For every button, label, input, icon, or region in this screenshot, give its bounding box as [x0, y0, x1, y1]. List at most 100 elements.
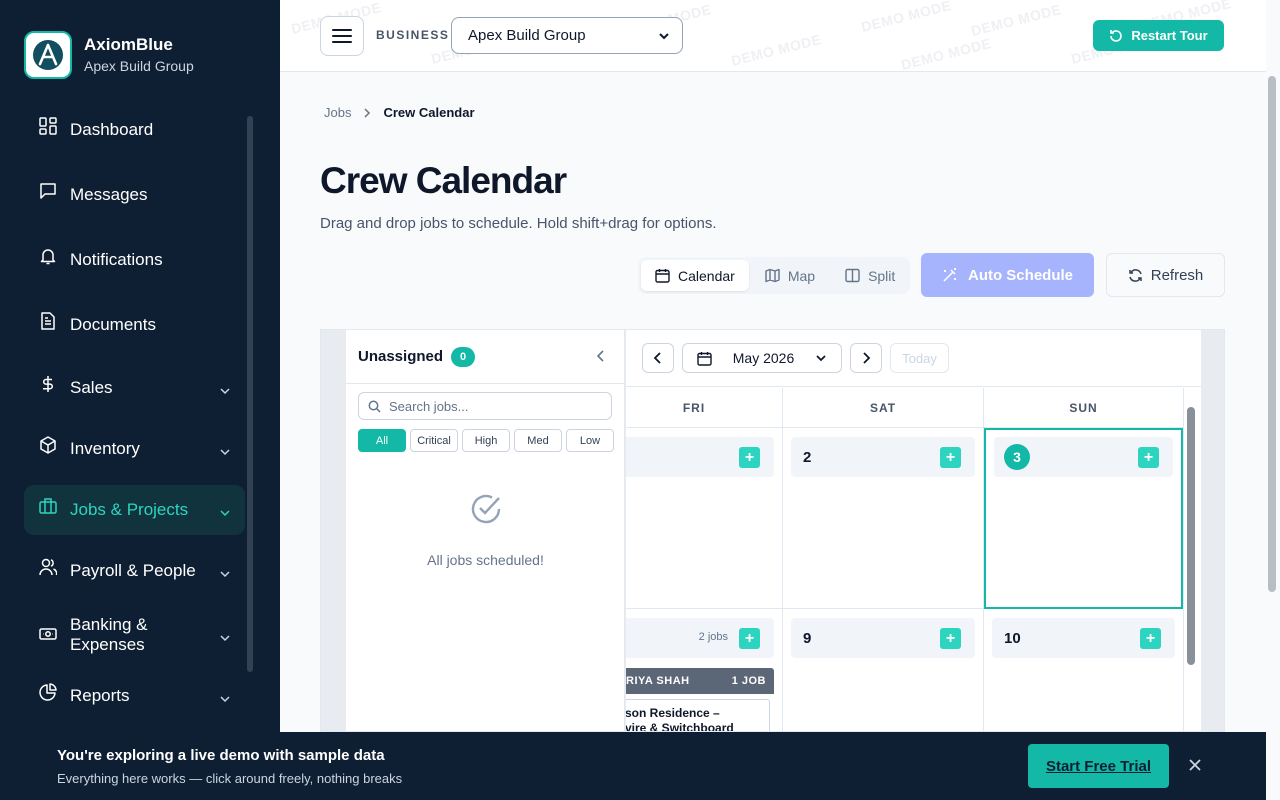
- job-title-line: vire & Switchboard: [626, 721, 734, 732]
- calendar-scrollbar[interactable]: [1187, 407, 1195, 665]
- calendar-cell[interactable]: 9 +: [783, 609, 983, 731]
- prev-month-button[interactable]: [642, 343, 674, 373]
- breadcrumb: Jobs Crew Calendar: [324, 105, 475, 120]
- view-split-label: Split: [868, 267, 896, 284]
- cell-header: 2 jobs +: [626, 618, 774, 658]
- sidebar-scrollbar[interactable]: [247, 116, 253, 672]
- sidebar-item-reports[interactable]: Reports: [24, 671, 245, 721]
- sidebar-item-label: Banking & Expenses: [70, 615, 148, 654]
- breadcrumb-jobs-link[interactable]: Jobs: [324, 105, 351, 120]
- day-number: 2: [803, 448, 812, 466]
- unassigned-header: Unassigned 0: [346, 330, 624, 384]
- column-sun: SUN 3 + 10 +: [984, 388, 1184, 731]
- sidebar-item-jobs-projects[interactable]: Jobs & Projects: [24, 485, 245, 535]
- chevron-down-icon: [219, 504, 231, 524]
- filter-high[interactable]: High: [462, 429, 510, 452]
- cell-header: 9 +: [791, 618, 975, 658]
- business-select[interactable]: Apex Build Group: [451, 17, 683, 54]
- chevron-down-icon: [659, 32, 669, 39]
- refresh-button[interactable]: Refresh: [1106, 253, 1225, 297]
- filter-med[interactable]: Med: [514, 429, 562, 452]
- page-scrollbar[interactable]: [1268, 76, 1276, 592]
- priority-filters: All Critical High Med Low: [358, 429, 614, 452]
- add-job-button[interactable]: +: [739, 628, 760, 649]
- sidebar-item-inventory[interactable]: Inventory: [24, 424, 245, 474]
- add-job-button[interactable]: +: [940, 628, 961, 649]
- calendar-cell[interactable]: 2 jobs + RIYA SHAH 1 JOB son Residence –…: [626, 609, 782, 732]
- map-icon: [765, 268, 780, 283]
- add-job-button[interactable]: +: [1138, 447, 1159, 468]
- unassigned-count-badge: 0: [451, 346, 476, 367]
- restart-tour-button[interactable]: Restart Tour: [1093, 20, 1224, 51]
- filter-low[interactable]: Low: [566, 429, 614, 452]
- refresh-label: Refresh: [1150, 266, 1204, 284]
- split-columns-icon: [845, 268, 860, 283]
- day-number: 10: [1004, 629, 1021, 647]
- chevron-down-icon: [219, 443, 231, 463]
- close-banner-button[interactable]: [1186, 756, 1204, 774]
- today-button[interactable]: Today: [890, 343, 949, 373]
- job-title-line: son Residence –: [626, 706, 720, 720]
- auto-schedule-button[interactable]: Auto Schedule: [921, 253, 1094, 297]
- brand[interactable]: AxiomBlue Apex Build Group: [24, 31, 194, 79]
- column-sat: SAT 2 + 9 +: [783, 388, 984, 731]
- check-circle-icon: [471, 494, 501, 524]
- empty-state-message: All jobs scheduled!: [427, 552, 544, 568]
- job-card[interactable]: son Residence – vire & Switchboard: [626, 699, 770, 732]
- message-icon: [38, 181, 58, 201]
- close-icon: [1189, 759, 1201, 771]
- chevron-down-icon: [219, 629, 231, 649]
- calendar-icon: [697, 351, 712, 366]
- demo-banner-title: You're exploring a live demo with sample…: [57, 747, 385, 764]
- sidebar-item-messages[interactable]: Messages: [24, 170, 245, 220]
- day-of-week-header: FRI: [626, 388, 782, 428]
- unassigned-panel: Unassigned 0 Search jobs... All Critical…: [346, 330, 625, 731]
- view-calendar-tab[interactable]: Calendar: [641, 260, 749, 291]
- sidebar-item-notifications[interactable]: Notifications: [24, 235, 245, 285]
- cell-header: 10 +: [992, 618, 1175, 658]
- pie-chart-icon: [38, 682, 58, 702]
- start-free-trial-button[interactable]: Start Free Trial: [1028, 744, 1169, 788]
- filter-all[interactable]: All: [358, 429, 406, 452]
- filter-critical[interactable]: Critical: [410, 429, 458, 452]
- demo-banner-subtitle: Everything here works — click around fre…: [57, 771, 403, 786]
- view-split-tab[interactable]: Split: [831, 260, 909, 291]
- add-job-button[interactable]: +: [1140, 628, 1161, 649]
- month-picker-button[interactable]: May 2026: [682, 343, 842, 373]
- business-name: Apex Build Group: [84, 58, 194, 74]
- chevron-down-icon: [219, 690, 231, 710]
- day-number-today: 3: [1004, 444, 1030, 470]
- next-month-button[interactable]: [850, 343, 882, 373]
- menu-toggle-button[interactable]: [320, 16, 364, 56]
- view-map-tab[interactable]: Map: [751, 260, 829, 291]
- business-label: BUSINESS: [376, 28, 450, 42]
- sidebar-item-banking-expenses[interactable]: Banking & Expenses: [24, 607, 245, 663]
- sidebar-item-label: Inventory: [70, 439, 140, 458]
- calendar-cell[interactable]: +: [626, 428, 782, 609]
- sidebar-item-label: Reports: [70, 686, 130, 705]
- search-jobs-input[interactable]: Search jobs...: [358, 392, 612, 420]
- view-toggle: Calendar Map Split: [638, 257, 910, 294]
- bell-icon: [38, 246, 58, 266]
- collapse-panel-button[interactable]: [596, 349, 606, 367]
- refresh-icon: [1110, 29, 1123, 42]
- chevron-down-icon: [816, 355, 826, 362]
- hamburger-icon: [332, 29, 352, 43]
- search-icon: [368, 400, 381, 413]
- sidebar-item-documents[interactable]: Documents: [24, 300, 245, 350]
- chevron-left-icon: [596, 350, 604, 362]
- page-title: Crew Calendar: [320, 160, 567, 201]
- calendar-cell[interactable]: 10 +: [984, 609, 1183, 731]
- calendar-cell[interactable]: 2 +: [783, 428, 983, 609]
- sidebar-item-dashboard[interactable]: Dashboard: [24, 105, 245, 155]
- page-subtitle: Drag and drop jobs to schedule. Hold shi…: [320, 215, 717, 232]
- day-of-week-header: SUN: [984, 388, 1183, 428]
- add-job-button[interactable]: +: [940, 447, 961, 468]
- sidebar-item-payroll-people[interactable]: Payroll & People: [24, 546, 245, 596]
- sidebar-item-label: Sales: [70, 378, 113, 397]
- add-job-button[interactable]: +: [739, 447, 760, 468]
- calendar-cell-today[interactable]: 3 +: [984, 428, 1183, 609]
- crew-group-header[interactable]: RIYA SHAH 1 JOB: [626, 668, 774, 694]
- sidebar-item-sales[interactable]: Sales: [24, 363, 245, 413]
- calendar-icon: [655, 269, 670, 283]
